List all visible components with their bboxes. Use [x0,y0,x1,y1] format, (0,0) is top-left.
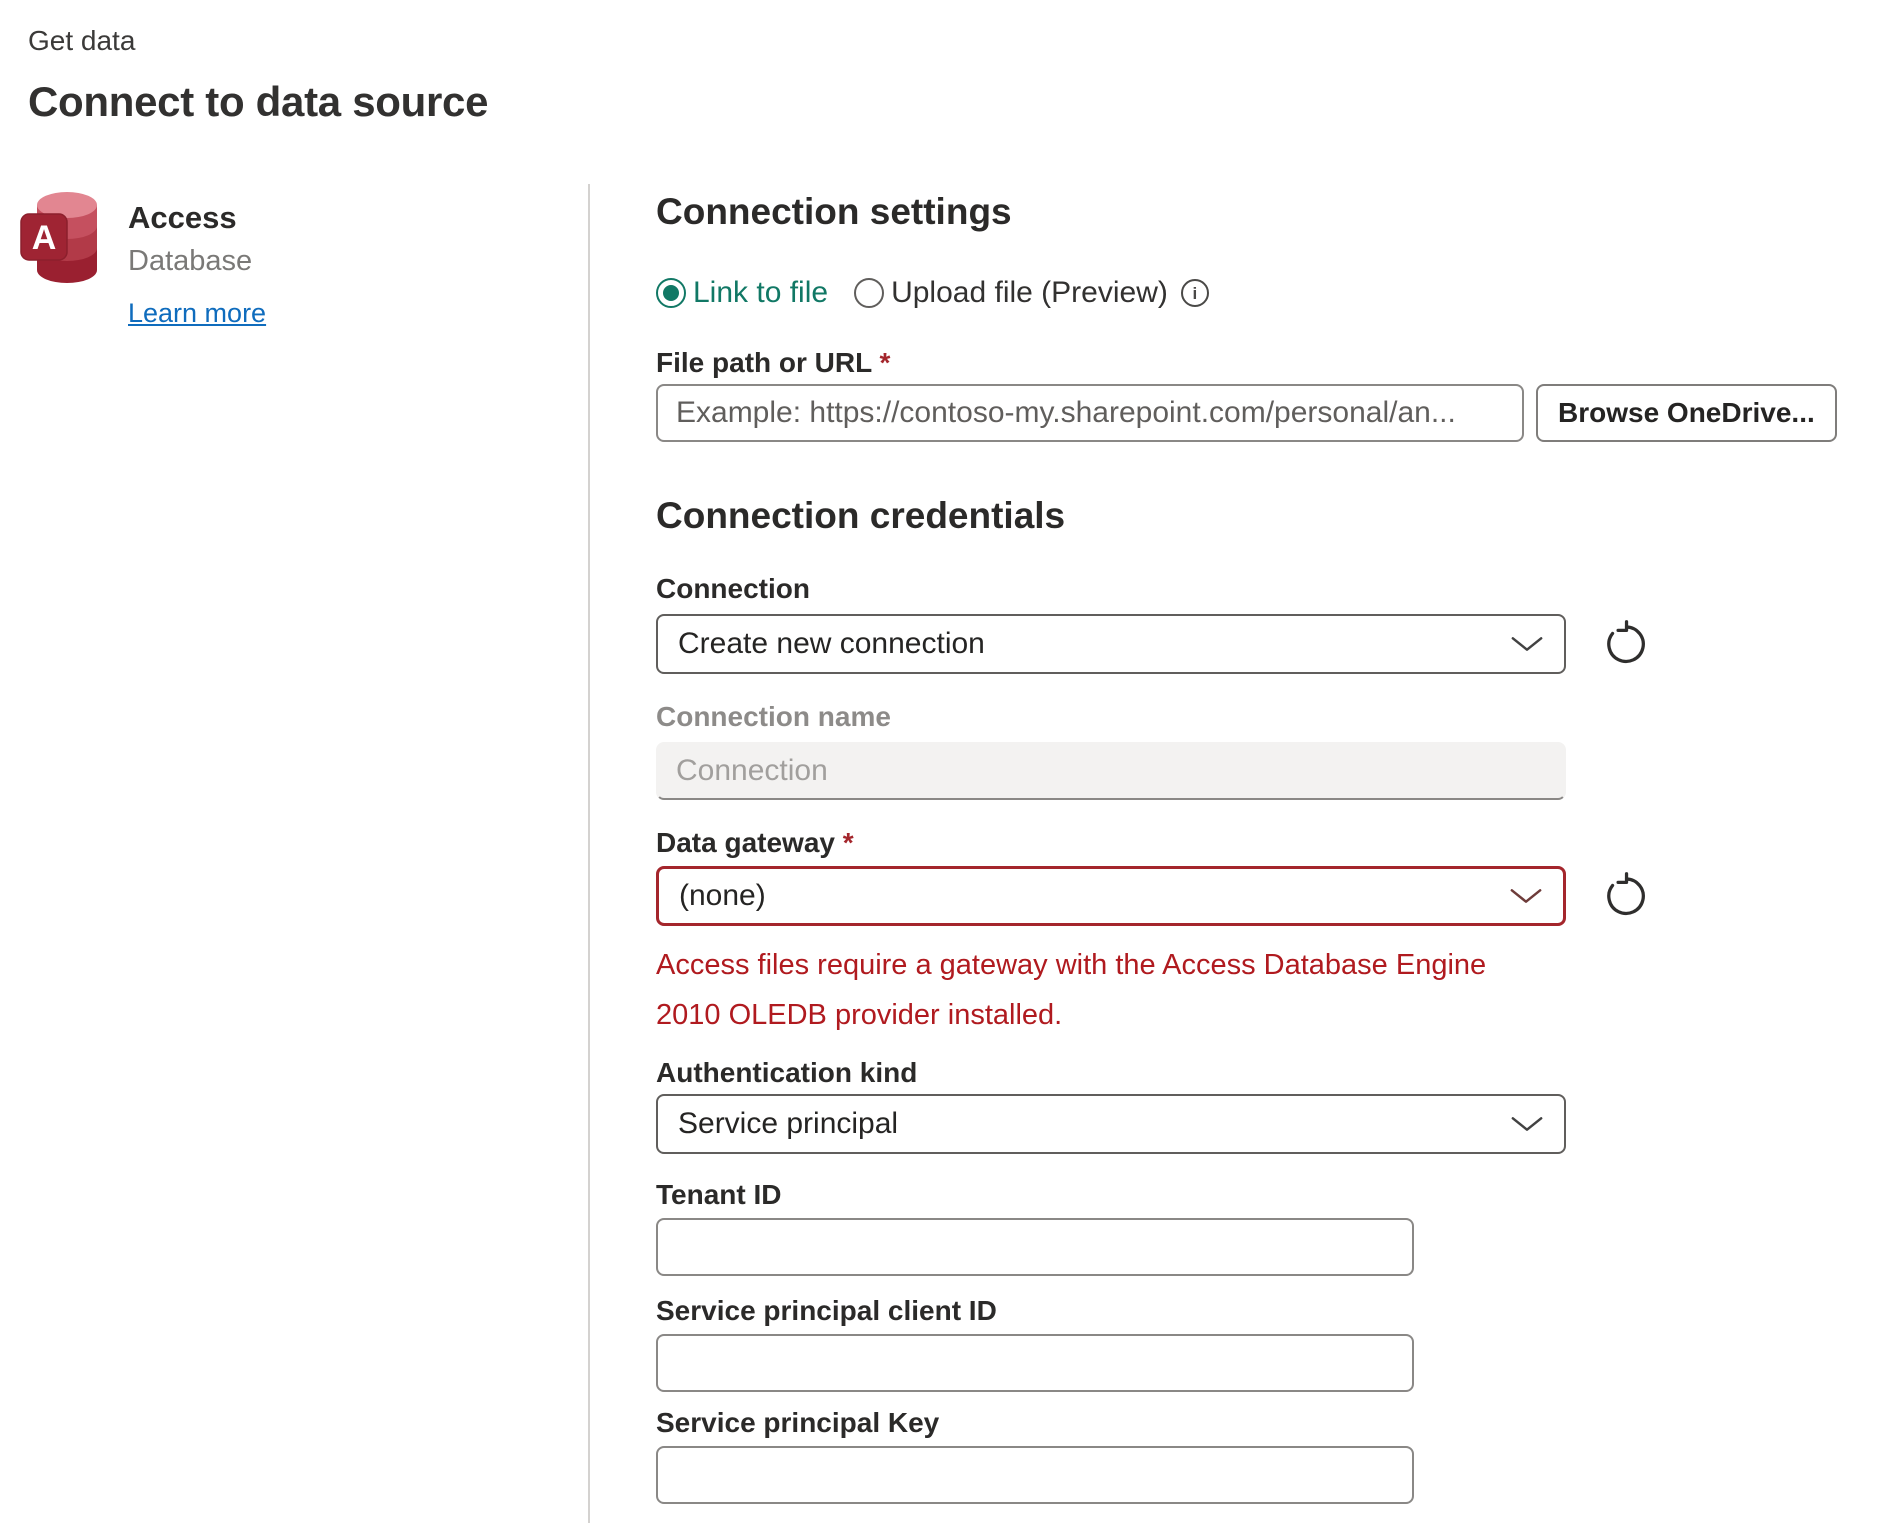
browse-onedrive-button[interactable]: Browse OneDrive... [1536,384,1837,442]
connector-name: Access [128,200,237,235]
radio-upload-file[interactable]: Upload file (Preview) [854,276,1168,310]
file-path-label-text: File path or URL [656,347,872,378]
connection-dropdown[interactable]: Create new connection [656,614,1566,674]
main-content: A Access Database Learn more Connection … [0,184,1900,1523]
connection-settings-heading: Connection settings [656,191,1012,232]
refresh-icon[interactable] [1602,620,1648,668]
required-asterisk: * [842,827,854,858]
service-principal-client-id-label: Service principal client ID [656,1295,997,1326]
radio-selected-icon [656,278,686,308]
chevron-down-icon [1511,1117,1543,1131]
authentication-kind-label: Authentication kind [656,1057,918,1088]
chevron-down-icon [1510,889,1542,903]
data-gateway-label-text: Data gateway [656,827,835,858]
file-path-label: File path or URL * [656,346,1900,380]
required-asterisk: * [879,347,891,378]
data-gateway-select-row: (none) [656,866,1900,926]
connection-dropdown-value: Create new connection [678,627,985,660]
learn-more-link[interactable]: Learn more [128,298,266,329]
file-mode-radio-group: Link to file Upload file (Preview) [656,276,1900,310]
tenant-id-input[interactable] [656,1218,1414,1276]
authentication-kind-dropdown-value: Service principal [678,1107,899,1140]
data-gateway-label: Data gateway * [656,826,1900,860]
service-principal-key-label: Service principal Key [656,1407,940,1438]
authentication-kind-dropdown[interactable]: Service principal [656,1094,1566,1154]
connection-select-row: Create new connection [656,614,1900,674]
connector-panel: A Access Database Learn more [0,184,590,1523]
connector-info: Access Database Learn more [128,190,266,329]
file-path-input[interactable] [656,384,1524,442]
connection-form: Connection settings Link to file Upload … [590,184,1900,1523]
radio-link-to-file-label: Link to file [693,276,829,309]
connection-label: Connection [656,573,810,604]
radio-link-to-file[interactable]: Link to file [656,276,828,310]
radio-unselected-icon [854,278,885,308]
refresh-icon[interactable] [1602,872,1648,920]
radio-upload-file-label: Upload file (Preview) [891,276,1168,309]
service-principal-key-input[interactable] [656,1446,1414,1504]
connector-card: A Access Database Learn more [20,190,588,329]
tenant-id-label: Tenant ID [656,1179,782,1210]
gateway-error-message: Access files require a gateway with the … [656,949,1487,1031]
svg-text:A: A [32,219,57,257]
breadcrumb: Get data [28,25,136,56]
service-principal-client-id-input[interactable] [656,1334,1414,1392]
access-database-icon: A [20,192,97,283]
connection-credentials-heading: Connection credentials [656,495,1066,536]
file-path-row: Browse OneDrive... [656,384,1900,442]
authentication-kind-select-row: Service principal [656,1094,1900,1154]
info-icon[interactable] [1180,279,1209,307]
connection-name-input [656,742,1566,800]
connector-type: Database [128,245,253,277]
page-header: Get data Connect to data source [0,0,1900,126]
chevron-down-icon [1511,637,1543,651]
data-gateway-dropdown-value: (none) [679,879,766,912]
data-gateway-dropdown[interactable]: (none) [656,866,1566,926]
connection-name-label: Connection name [656,701,891,732]
page-title: Connect to data source [28,78,489,125]
